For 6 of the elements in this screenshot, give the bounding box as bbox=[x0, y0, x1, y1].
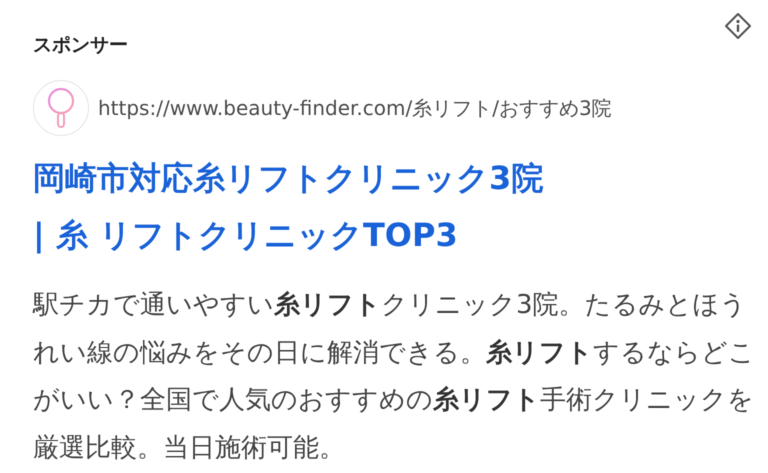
site-url[interactable]: https://www.beauty-finder.com/糸リフト/おすすめ3院 bbox=[98, 94, 612, 122]
sponsored-label: スポンサー bbox=[33, 33, 128, 58]
site-logo bbox=[33, 80, 89, 136]
info-icon[interactable] bbox=[724, 12, 752, 40]
ad-description: 駅チカで通いやすい糸リフトクリニック3院。たるみとほうれい線の悩みをその日に解消できる。糸リフトするならどこがいい？全国で人気のおすすめの糸リフト手術クリニックを厳選比較。当日施術可能。 bbox=[33, 289, 756, 464]
ad-title-link[interactable]: 岡崎市対応糸リフトクリニック3院 | 糸 リフトクリニックTOP3 bbox=[33, 150, 563, 264]
